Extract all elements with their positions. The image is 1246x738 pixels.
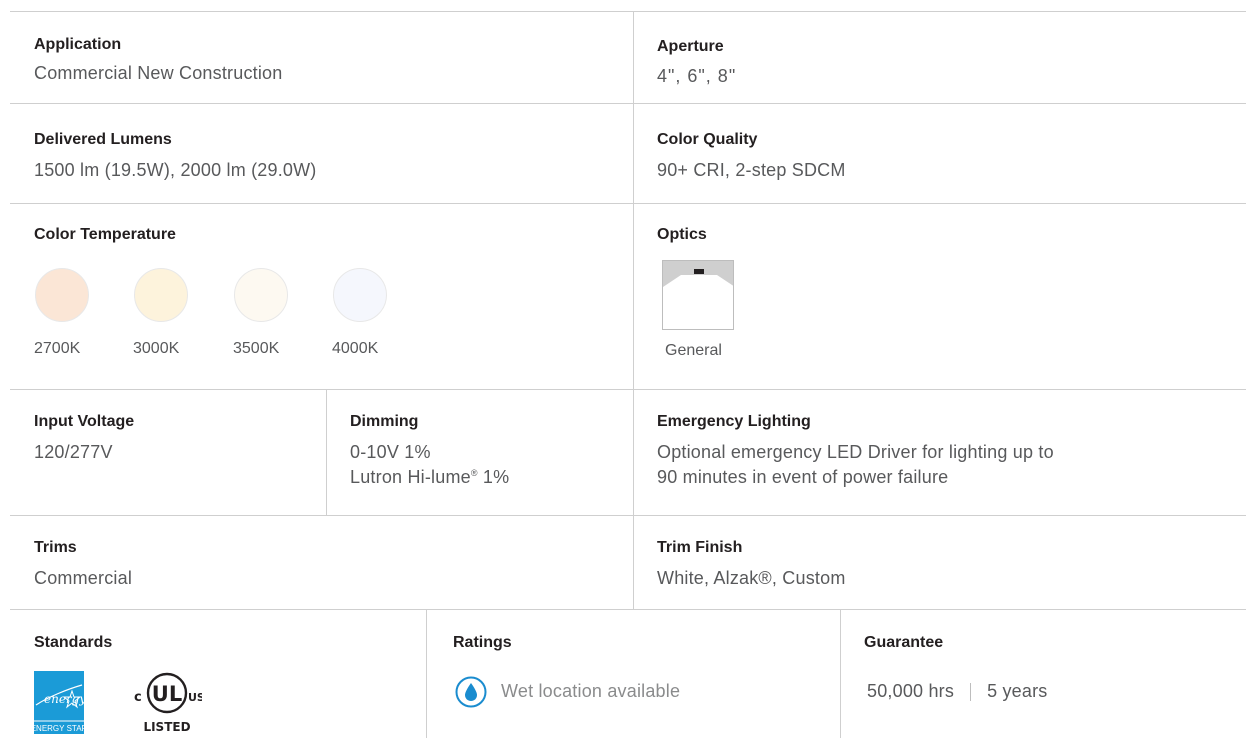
dimming-label: Dimming	[350, 413, 419, 430]
dimming-value-1: 0-10V 1%	[350, 442, 431, 462]
delivered-lumens-value: 1500 lm (19.5W), 2000 lm (29.0W)	[34, 160, 317, 180]
divider	[10, 103, 1246, 104]
ul-us: US	[188, 691, 202, 704]
application-cell: Application Commercial New Construction	[34, 35, 282, 86]
input-voltage-value: 120/277V	[34, 442, 113, 462]
swatch-label-4000k: 4000K	[332, 340, 379, 357]
trims-value: Commercial	[34, 568, 133, 588]
color-quality-cell: Color Quality 90+ CRI, 2-step SDCM	[657, 130, 846, 183]
standards-cell: Standards	[34, 633, 112, 653]
ul-c: c	[134, 690, 142, 705]
divider	[10, 11, 1246, 12]
ul-listed: LISTED	[143, 720, 190, 734]
divider	[10, 609, 1246, 610]
registered-mark: ®	[470, 468, 478, 478]
water-drop-icon	[455, 676, 487, 708]
dimming-cell: Dimming 0-10V 1% Lutron Hi-lume® 1%	[350, 412, 509, 490]
column-divider	[326, 389, 327, 515]
column-divider	[426, 609, 427, 738]
color-temperature-label: Color Temperature	[34, 226, 176, 243]
dimming-percent: 1%	[477, 467, 510, 487]
divider	[10, 389, 1246, 390]
ratings-label: Ratings	[453, 634, 512, 651]
dimming-lutron-text: Lutron Hi-lume	[350, 467, 471, 487]
trim-finish-value: White, Alzak®, Custom	[657, 568, 846, 588]
divider	[10, 515, 1246, 516]
energy-star-text: ENERGY STAR	[34, 724, 84, 733]
input-voltage-label: Input Voltage	[34, 413, 135, 430]
emergency-lighting-label: Emergency Lighting	[657, 413, 811, 430]
input-voltage-cell: Input Voltage 120/277V	[34, 412, 134, 465]
divider	[10, 203, 1246, 204]
guarantee-years: 5 years	[987, 681, 1048, 701]
energy-star-logo: energy ENERGY STAR	[31, 671, 88, 734]
trim-finish-label: Trim Finish	[657, 539, 743, 556]
aperture-cell: Aperture 4", 6", 8"	[657, 37, 736, 89]
guarantee-value: 50,000 hrs 5 years	[867, 679, 1048, 704]
column-divider	[840, 609, 841, 738]
swatch-3500k[interactable]	[234, 268, 288, 322]
color-quality-label: Color Quality	[657, 131, 758, 148]
swatch-label-2700k: 2700K	[34, 340, 81, 357]
dimming-value-2: Lutron Hi-lume® 1%	[350, 465, 509, 490]
column-divider	[633, 11, 634, 609]
guarantee-separator	[970, 683, 972, 702]
guarantee-cell: Guarantee	[864, 633, 943, 653]
ul-mark: UL	[152, 682, 182, 706]
delivered-lumens-label: Delivered Lumens	[34, 131, 172, 148]
application-value: Commercial New Construction	[34, 63, 283, 83]
emergency-lighting-cell: Emergency Lighting Optional emergency LE…	[657, 412, 1054, 490]
ul-listed-icon: UL c US LISTED	[134, 672, 205, 734]
energy-star-icon: energy ENERGY STAR	[31, 671, 88, 734]
swatch-label-3000k: 3000K	[133, 340, 180, 357]
aperture-value: 4", 6", 8"	[657, 66, 737, 86]
ratings-cell: Ratings	[453, 633, 512, 653]
guarantee-label: Guarantee	[864, 634, 944, 651]
optics-label: Optics	[657, 226, 707, 243]
trims-label: Trims	[34, 539, 77, 556]
swatch-4000k[interactable]	[333, 268, 387, 322]
emergency-lighting-value-1: Optional emergency LED Driver for lighti…	[657, 442, 1054, 462]
guarantee-hours: 50,000 hrs	[867, 681, 955, 701]
beam-spread-icon	[663, 261, 733, 287]
swatch-label-3500k: 3500K	[233, 340, 280, 357]
trim-finish-cell: Trim Finish White, Alzak®, Custom	[657, 538, 846, 591]
optic-general-icon[interactable]	[662, 260, 734, 330]
application-label: Application	[34, 36, 122, 53]
aperture-label: Aperture	[657, 38, 724, 55]
color-quality-value: 90+ CRI, 2-step SDCM	[657, 160, 846, 180]
ratings-value: Wet location available	[501, 681, 681, 701]
optic-general-label: General	[665, 342, 722, 359]
ul-listed-logo: UL c US LISTED	[132, 671, 205, 734]
trims-cell: Trims Commercial	[34, 538, 132, 591]
standards-label: Standards	[34, 634, 113, 651]
optics-cell: Optics	[657, 225, 707, 245]
swatch-3000k[interactable]	[134, 268, 188, 322]
emergency-lighting-value-2: 90 minutes in event of power failure	[657, 467, 949, 487]
delivered-lumens-cell: Delivered Lumens 1500 lm (19.5W), 2000 l…	[34, 130, 317, 183]
color-temperature-cell: Color Temperature	[34, 225, 176, 245]
swatch-2700k[interactable]	[35, 268, 89, 322]
